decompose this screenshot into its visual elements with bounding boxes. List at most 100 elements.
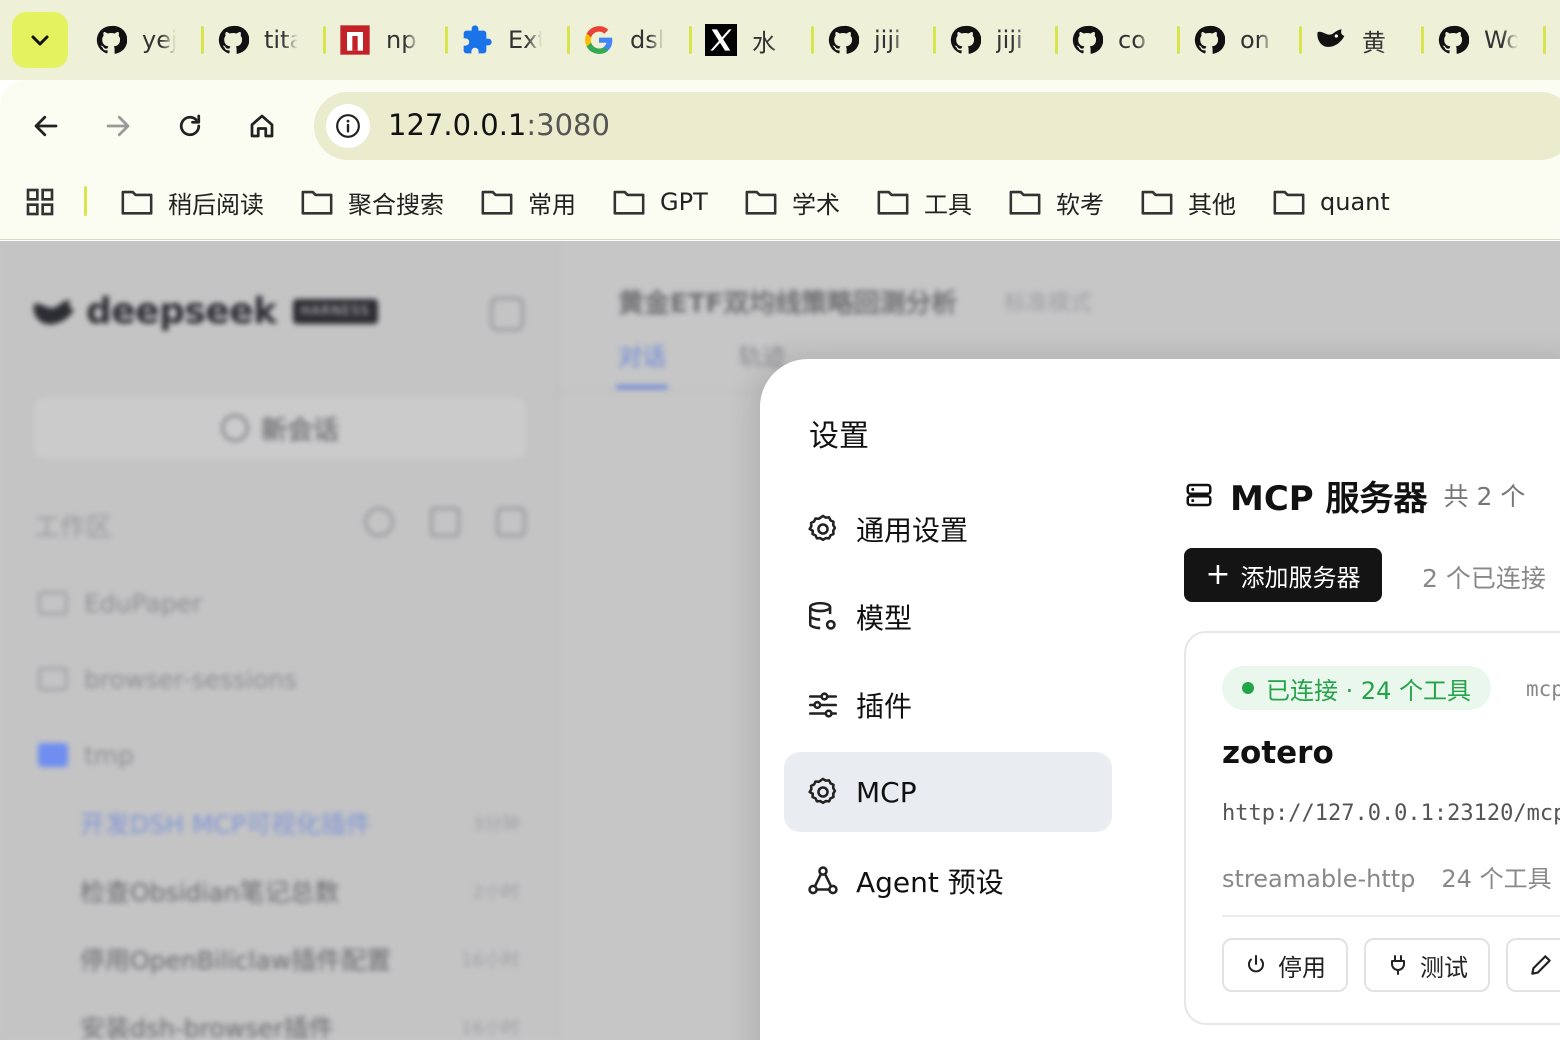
menu-item-mcp[interactable]: MCP (784, 752, 1112, 832)
bookmark-folder[interactable]: 其他 (1140, 184, 1236, 220)
back-button[interactable] (22, 102, 70, 150)
npm-icon (338, 23, 372, 57)
bookmark-folder[interactable]: 学术 (744, 184, 840, 220)
test-button[interactable]: 测试 (1364, 938, 1490, 992)
home-button[interactable] (238, 102, 286, 150)
bookmarks-bar: 稍后阅读 聚合搜索 常用 GPT 学术 工具 软考 其他 quant (0, 172, 1560, 240)
conversation-title: 黄金ETF双均线策略回测分析 (618, 289, 958, 319)
bookmark-label: GPT (660, 188, 708, 216)
browser-tab[interactable]: jiji (814, 20, 936, 60)
folder-open-icon (38, 743, 68, 767)
bookmark-folder[interactable]: GPT (612, 184, 708, 220)
menu-item-general[interactable]: 通用设置 (784, 489, 1112, 569)
folder-icon (876, 187, 924, 217)
folder-icon (38, 667, 68, 691)
folder-item[interactable]: EduPaper (38, 583, 202, 623)
menu-label: Agent 预设 (856, 866, 1004, 899)
mode-label[interactable]: 标准模式 (1004, 285, 1092, 317)
browser-tab-strip: yej tita np Ext dsl 水 jiji jiji co on 黄 Wo (0, 0, 1560, 80)
session-item[interactable]: 开发DSH MCP可视化插件 3分钟 (80, 803, 520, 843)
bookmark-folder[interactable]: 常用 (480, 184, 576, 220)
reload-button[interactable] (166, 102, 214, 150)
bookmark-folder[interactable]: quant (1272, 184, 1390, 220)
browser-tab[interactable]: 水 (692, 20, 814, 60)
session-item[interactable]: 检查Obsidian笔记总数 2小时 (80, 871, 520, 911)
server-meta: streamable-http 24 个工具 (1222, 859, 1552, 894)
url-text[interactable]: 127.0.0.1:3080 (388, 108, 610, 142)
mcp-count: 共 2 个 (1443, 482, 1526, 511)
browser-tab[interactable]: on (1180, 20, 1302, 60)
bookmark-folder[interactable]: 软考 (1008, 184, 1104, 220)
active-tab-underline (616, 385, 668, 389)
tab-list: yej tita np Ext dsl 水 jiji jiji co on 黄 Wo (82, 20, 1546, 60)
disable-button[interactable]: 停用 (1222, 938, 1348, 992)
browser-tab[interactable]: np (326, 20, 448, 60)
bookmark-label: 稍后阅读 (168, 190, 264, 219)
server-url: http://127.0.0.1:23120/mcp (1222, 801, 1560, 826)
bookmark-label: 其他 (1188, 190, 1236, 219)
github-icon (216, 23, 250, 57)
address-bar[interactable]: 127.0.0.1:3080 (314, 92, 1560, 160)
add-server-label: 添加服务器 (1240, 563, 1361, 592)
tab-title: yej (142, 26, 176, 54)
folder-icon (1272, 187, 1320, 217)
bookmark-label: 软考 (1056, 190, 1104, 219)
arrow-right-icon (106, 115, 130, 137)
whale-logo-icon (33, 299, 74, 324)
github-icon (1192, 23, 1226, 57)
test-label: 测试 (1420, 953, 1468, 982)
server-transport: streamable-http (1222, 865, 1416, 893)
search-icon[interactable] (364, 507, 394, 537)
github-icon (826, 23, 860, 57)
session-title: 安装dsh-browser插件 (80, 1014, 334, 1040)
browser-tab[interactable]: yej (82, 20, 204, 60)
github-icon (948, 23, 982, 57)
menu-item-models[interactable]: 模型 (784, 577, 1112, 657)
tab-chat[interactable]: 对话 (618, 337, 666, 372)
bookmark-folder[interactable]: 工具 (876, 184, 972, 220)
sidebar-collapse-icon[interactable] (490, 297, 524, 331)
browser-tab[interactable]: co (1058, 20, 1180, 60)
bookmark-folder[interactable]: 稍后阅读 (120, 184, 264, 220)
power-icon (1248, 955, 1264, 973)
bookmark-folder[interactable]: 聚合搜索 (300, 184, 444, 220)
plus-circle-icon (220, 414, 249, 442)
tab-title: Ext (508, 26, 542, 54)
browser-tab[interactable]: Wo (1424, 20, 1546, 60)
tab-title: 水 (752, 28, 776, 57)
browser-tab[interactable]: 黄 (1302, 20, 1424, 60)
forward-button[interactable] (94, 102, 142, 150)
url-host: 127.0.0.1 (388, 108, 527, 142)
bookmark-label: 聚合搜索 (348, 190, 444, 219)
gear-icon (808, 514, 837, 542)
database-gear-icon (808, 601, 836, 630)
menu-item-plugins[interactable]: 插件 (784, 665, 1112, 745)
edit-button[interactable] (1506, 938, 1560, 992)
tab-search-button[interactable] (12, 12, 68, 68)
folder-item[interactable]: tmp (38, 735, 134, 775)
sort-icon[interactable] (430, 507, 460, 537)
app-logo: deepseek HARNESS (30, 291, 378, 332)
tab-title: dsl (630, 26, 664, 54)
folder-item[interactable]: browser-sessions (38, 659, 297, 699)
status-dot-icon (1242, 682, 1254, 694)
add-server-button[interactable]: + 添加服务器 (1184, 548, 1382, 602)
browser-tab[interactable]: tita (204, 20, 326, 60)
browser-tab[interactable]: dsl (570, 20, 692, 60)
new-folder-icon[interactable] (496, 507, 526, 537)
workspace-label: 工作区 (34, 513, 113, 543)
session-time: 3分钟 (472, 814, 520, 835)
browser-tab[interactable]: jiji (936, 20, 1058, 60)
site-info-button[interactable] (326, 104, 370, 148)
new-chat-button[interactable]: 新会话 (32, 395, 528, 461)
new-chat-label: 新会话 (260, 415, 339, 446)
menu-item-agent-presets[interactable]: Agent 预设 (784, 841, 1112, 921)
browser-toolbar: 127.0.0.1:3080 (0, 80, 1560, 172)
extension-icon (460, 23, 494, 57)
browser-tab[interactable]: Ext (448, 20, 570, 60)
apps-button[interactable] (24, 186, 56, 222)
session-item[interactable]: 安装dsh-browser插件 16小时 (80, 1007, 520, 1040)
tab-trace[interactable]: 轨迹 (738, 337, 786, 372)
menu-label: MCP (856, 775, 917, 809)
session-item[interactable]: 停用OpenBiliclaw插件配置 16小时 (80, 939, 520, 979)
